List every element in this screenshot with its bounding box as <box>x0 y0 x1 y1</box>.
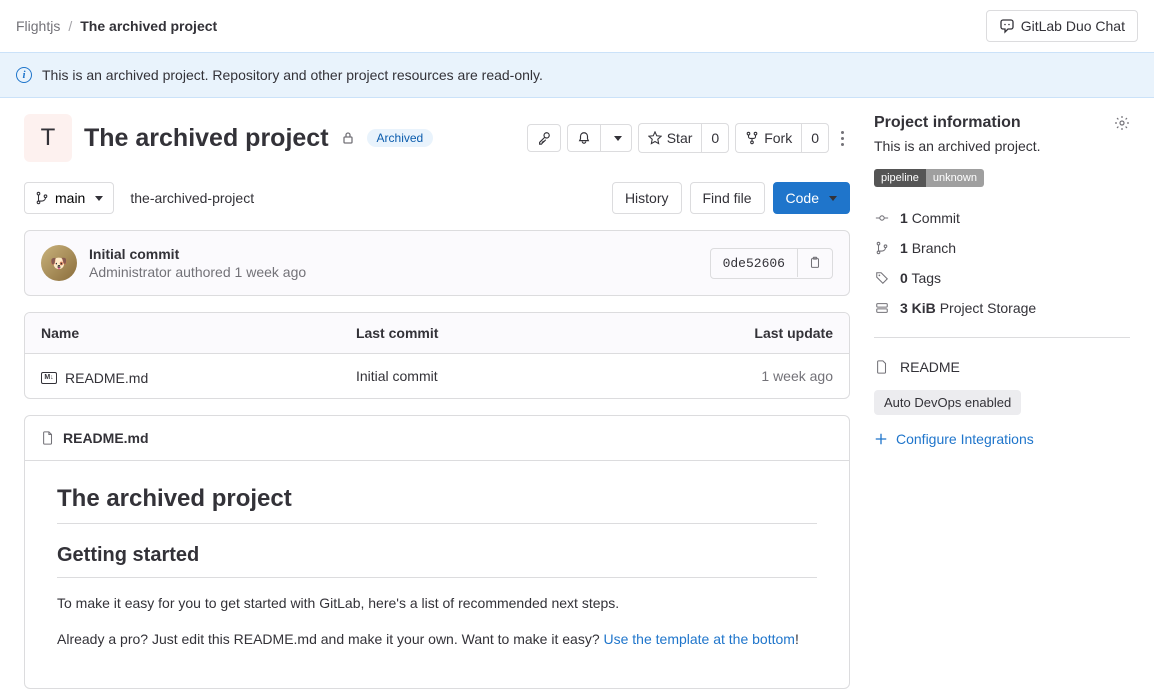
history-button[interactable]: History <box>612 182 682 214</box>
document-icon <box>41 431 55 445</box>
star-count[interactable]: 0 <box>701 123 729 153</box>
configure-integrations-link[interactable]: Configure Integrations <box>874 431 1034 447</box>
branch-icon <box>875 241 889 255</box>
branches-stat[interactable]: 1 Branch <box>874 233 1130 263</box>
star-button[interactable]: Star <box>638 123 702 153</box>
clipboard-icon <box>808 256 822 270</box>
sidebar-heading: Project information <box>874 114 1021 132</box>
archived-banner: i This is an archived project. Repositor… <box>0 52 1154 98</box>
readme-panel: README.md The archived project Getting s… <box>24 415 850 689</box>
duo-chat-button[interactable]: GitLab Duo Chat <box>986 10 1138 42</box>
tag-icon <box>875 271 889 285</box>
storage-stat[interactable]: 3 KiB Project Storage <box>874 293 1130 323</box>
col-name: Name <box>25 313 340 354</box>
commit-title[interactable]: Initial commit <box>89 246 306 262</box>
readme-h1: The archived project <box>57 485 817 524</box>
commit-sha[interactable]: 0de52606 <box>711 249 797 278</box>
find-file-button[interactable]: Find file <box>690 182 765 214</box>
branch-icon <box>35 191 49 205</box>
pipeline-badge[interactable]: pipelineunknown <box>874 169 984 187</box>
bell-icon <box>577 131 591 145</box>
branch-selector[interactable]: main <box>24 182 114 214</box>
fork-button[interactable]: Fork <box>735 123 801 153</box>
readme-link[interactable]: README <box>874 352 1130 382</box>
breadcrumb-separator: / <box>68 18 72 34</box>
readme-filename: README.md <box>63 430 149 446</box>
more-actions-button[interactable] <box>835 131 850 146</box>
commits-stat[interactable]: 1 Commit <box>874 203 1130 233</box>
notifications-button[interactable] <box>567 124 600 152</box>
plus-icon <box>874 432 888 446</box>
info-icon: i <box>16 67 32 83</box>
breadcrumb-parent[interactable]: Flightjs <box>16 18 60 34</box>
auto-devops-badge[interactable]: Auto DevOps enabled <box>874 390 1021 415</box>
col-last-update: Last update <box>599 313 849 354</box>
row-last-update: 1 week ago <box>599 354 849 398</box>
file-tree-table: Name Last commit Last update M↓README.md… <box>24 312 850 399</box>
copy-sha-button[interactable] <box>797 249 832 277</box>
access-token-button[interactable] <box>527 124 561 152</box>
breadcrumb-current: The archived project <box>80 18 217 34</box>
tags-stat[interactable]: 0 Tags <box>874 263 1130 293</box>
key-icon <box>537 131 551 145</box>
author-avatar: 🐶 <box>41 245 77 281</box>
col-last-commit: Last commit <box>340 313 599 354</box>
markdown-icon: M↓ <box>41 372 57 384</box>
archived-badge: Archived <box>367 129 434 147</box>
readme-paragraph: To make it easy for you to get started w… <box>57 592 817 614</box>
code-button[interactable]: Code <box>773 182 850 214</box>
document-icon <box>875 360 889 374</box>
fork-icon <box>745 131 759 145</box>
row-last-commit[interactable]: Initial commit <box>340 354 599 398</box>
commit-icon <box>875 211 889 225</box>
file-link[interactable]: M↓README.md <box>41 370 148 386</box>
notifications-dropdown[interactable] <box>600 124 632 152</box>
storage-icon <box>875 301 889 315</box>
table-row[interactable]: M↓README.md Initial commit 1 week ago <box>25 354 849 398</box>
project-avatar: T <box>24 114 72 162</box>
project-slug: the-archived-project <box>130 190 254 206</box>
lock-icon <box>341 131 355 145</box>
chat-icon <box>999 18 1015 34</box>
fork-count[interactable]: 0 <box>801 123 829 153</box>
commit-meta: Administrator authored 1 week ago <box>89 264 306 280</box>
star-icon <box>648 131 662 145</box>
banner-text: This is an archived project. Repository … <box>42 67 543 83</box>
template-link[interactable]: Use the template at the bottom <box>604 631 795 647</box>
divider <box>874 337 1130 338</box>
breadcrumb: Flightjs / The archived project <box>16 18 217 34</box>
readme-h2: Getting started <box>57 544 817 578</box>
readme-paragraph: Already a pro? Just edit this README.md … <box>57 628 817 650</box>
project-title: The archived project <box>84 124 329 153</box>
last-commit-card: 🐶 Initial commit Administrator authored … <box>24 230 850 296</box>
gear-icon[interactable] <box>1114 115 1130 131</box>
sidebar-description: This is an archived project. <box>874 138 1130 154</box>
